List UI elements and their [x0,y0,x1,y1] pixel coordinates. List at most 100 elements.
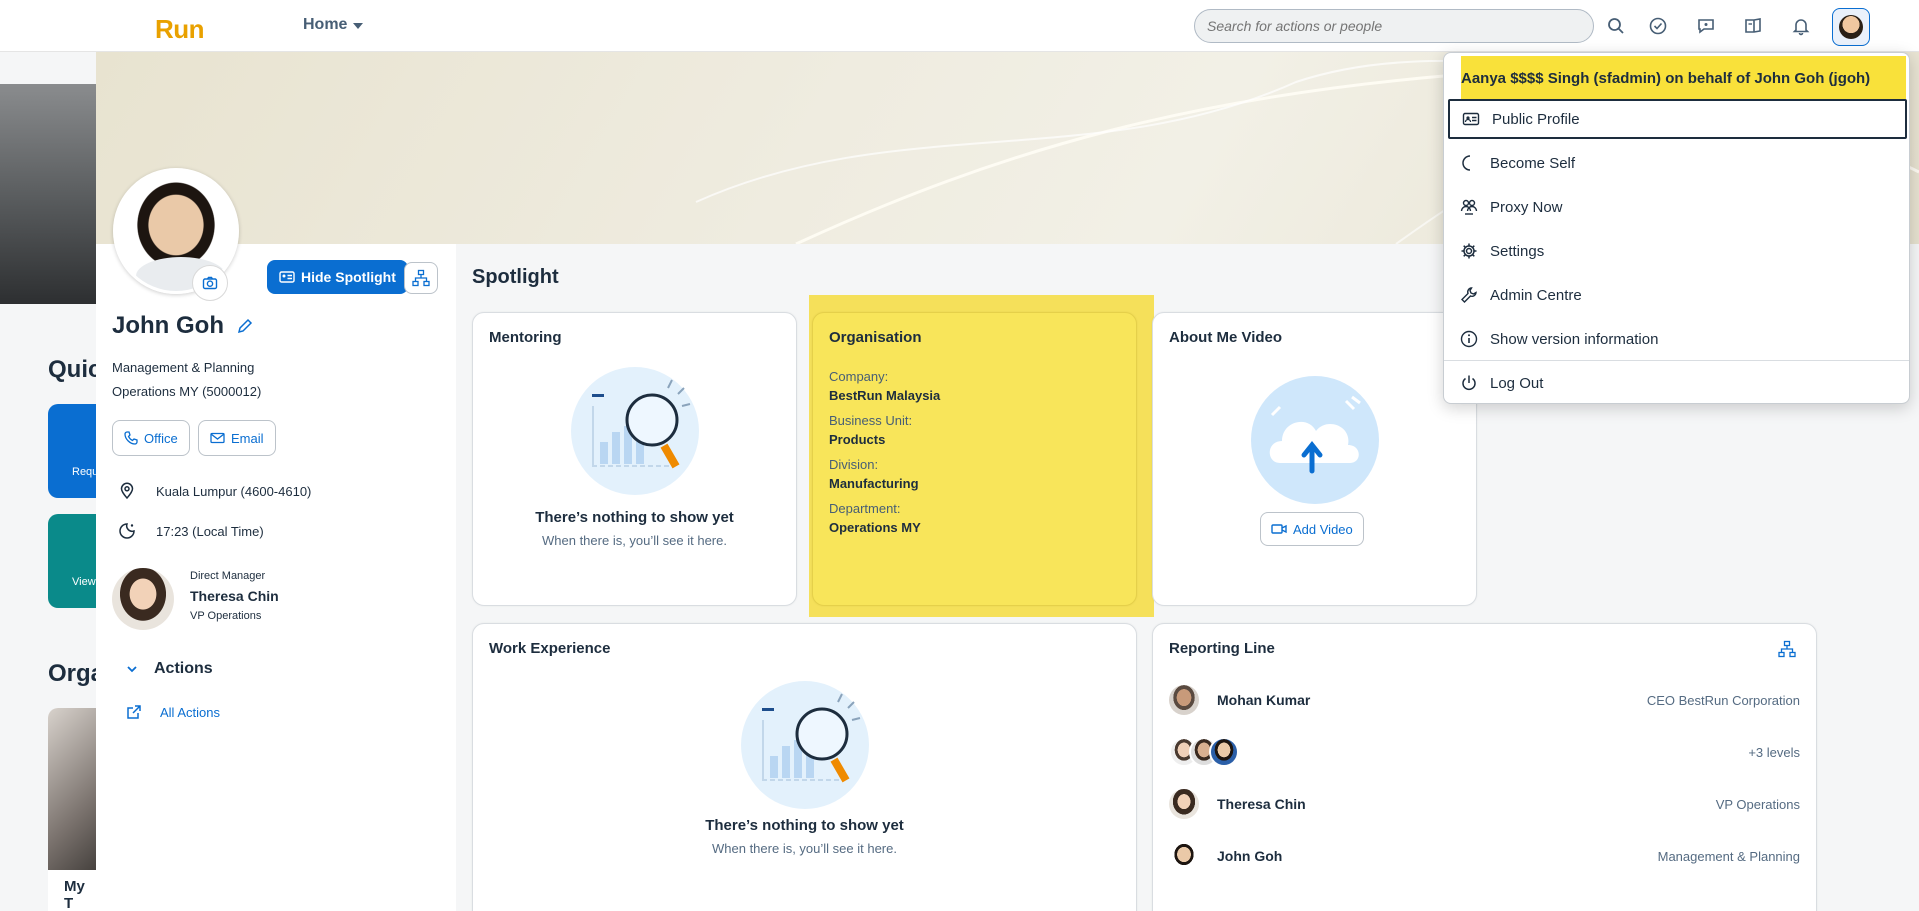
menu-item-become-self[interactable]: Become Self [1448,143,1907,183]
time-moon-icon [119,523,135,539]
quick-actions-heading: Quic [48,356,102,383]
empty-state-title: There’s nothing to show yet [705,817,904,834]
office-label: Office [144,430,178,446]
proxy-user-header: Aanya $$$$ Singh (sfadmin) on behalf of … [1461,56,1906,100]
org-bu-label: Business Unit: [829,413,913,428]
caret-down-icon [353,23,364,29]
search-field[interactable] [1194,9,1594,43]
reporting-line-name: Theresa Chin [1217,796,1306,812]
org-chart-icon[interactable] [1778,640,1796,658]
menu-item-label: Become Self [1490,154,1576,172]
search-icon[interactable] [1604,14,1628,38]
organisation-card: Organisation Company: BestRun Malaysia B… [812,312,1137,606]
email-button[interactable]: Email [198,420,276,456]
org-division: Division: Manufacturing [829,457,919,491]
about-video-title: About Me Video [1169,329,1283,346]
reporting-line-row[interactable]: John Goh Management & Planning [1169,836,1800,876]
organisation-title: Organisation [829,329,922,346]
reporting-line-levels-text: +3 levels [1748,744,1800,760]
profile-name: John Goh [112,312,224,339]
power-icon [1462,375,1476,391]
envelope-icon [210,432,225,444]
assistant-chat-icon[interactable] [1694,14,1718,38]
home-menu-label: Home [303,16,348,33]
home-menu-button[interactable]: Home [303,16,364,34]
menu-item-version-info[interactable]: Show version information [1448,319,1907,359]
learning-book-icon[interactable] [1741,14,1765,38]
hide-spotlight-button[interactable]: Hide Spotlight [267,260,408,294]
reporting-line-collapsed-levels[interactable]: +3 levels [1169,732,1800,772]
location-pin-icon [120,482,134,500]
background-hero-image [0,84,96,304]
mentoring-card: Mentoring There’s nothing to show yet Wh… [472,312,797,606]
manager-avatar [112,568,174,630]
profile-job-title: Management & Planning [112,360,255,375]
menu-item-label: Public Profile [1492,110,1580,128]
gear-icon [1461,243,1477,259]
org-chart-icon [412,269,430,287]
id-card-icon [1462,112,1480,126]
org-dept-value: Operations MY [829,520,921,535]
mentoring-title: Mentoring [489,329,562,346]
org-division-label: Division: [829,457,879,472]
menu-item-settings[interactable]: Settings [1448,231,1907,271]
org-division-value: Manufacturing [829,476,919,491]
all-actions-label: All Actions [160,704,220,720]
id-card-icon [279,271,295,283]
external-link-icon [127,705,141,719]
quick-action-label: View [72,576,96,588]
all-actions-link[interactable]: All Actions [126,704,220,720]
reporting-line-row[interactable]: Theresa Chin VP Operations [1169,784,1800,824]
chevron-down-icon [127,666,137,673]
empty-state-subtitle: When there is, you’ll see it here. [712,841,897,856]
info-icon [1460,330,1478,348]
quick-action-label: Requ [72,466,99,478]
email-label: Email [231,430,264,446]
org-bu-value: Products [829,432,886,447]
reporting-line-title-text: VP Operations [1715,796,1800,812]
reporting-line-row[interactable]: Mohan Kumar CEO BestRun Corporation [1169,680,1800,720]
empty-state-illustration [741,681,869,809]
org-department: Department: Operations MY [829,501,921,535]
menu-item-label: Admin Centre [1490,286,1582,304]
bell-icon[interactable] [1789,14,1813,38]
profile-department: Operations MY (5000012) [112,384,262,399]
change-photo-button[interactable] [192,265,228,301]
search-input[interactable] [1207,18,1581,34]
menu-item-proxy-now[interactable]: Proxy Now [1448,187,1907,227]
profile-subtitle: Management & Planning Operations MY (500… [112,356,261,404]
about-me-video-card: About Me Video Add Video [1152,312,1477,606]
direct-manager[interactable]: Direct Manager Theresa Chin VP Operation… [112,568,279,630]
location-row: Kuala Lumpur (4600-4610) [118,482,311,500]
add-video-button[interactable]: Add Video [1260,512,1364,546]
menu-divider [1444,360,1909,361]
org-company-label: Company: [829,369,889,384]
avatar [1169,841,1199,871]
org-company-value: BestRun Malaysia [829,388,941,403]
menu-item-log-out[interactable]: Log Out [1448,363,1907,403]
company-logo[interactable]: Run [155,14,205,45]
avatar [1839,15,1863,39]
menu-item-label: Proxy Now [1490,198,1563,216]
approvals-check-icon[interactable] [1646,14,1670,38]
reporting-line-name: Mohan Kumar [1217,692,1311,708]
edit-pencil-icon[interactable] [236,317,254,335]
actions-label: Actions [154,660,213,677]
menu-item-public-profile[interactable]: Public Profile [1448,99,1907,139]
moon-icon [1462,155,1471,171]
org-chart-button[interactable] [404,262,438,294]
menu-item-admin-centre[interactable]: Admin Centre [1448,275,1907,315]
location-text: Kuala Lumpur (4600-4610) [156,483,312,499]
user-menu-popover: Aanya $$$$ Singh (sfadmin) on behalf of … [1443,52,1910,404]
org-dept-label: Department: [829,501,901,516]
reporting-line-title: Reporting Line [1169,640,1275,657]
avatar-stack [1169,737,1239,767]
hide-spotlight-label: Hide Spotlight [301,269,396,285]
video-camera-icon [1271,524,1287,534]
reporting-line-title-text: Management & Planning [1657,848,1800,864]
office-call-button[interactable]: Office [112,420,190,456]
avatar [1169,789,1199,819]
reporting-line-title-text: CEO BestRun Corporation [1646,692,1800,708]
user-avatar-button[interactable] [1832,8,1870,46]
actions-toggle[interactable]: Actions [126,660,213,678]
